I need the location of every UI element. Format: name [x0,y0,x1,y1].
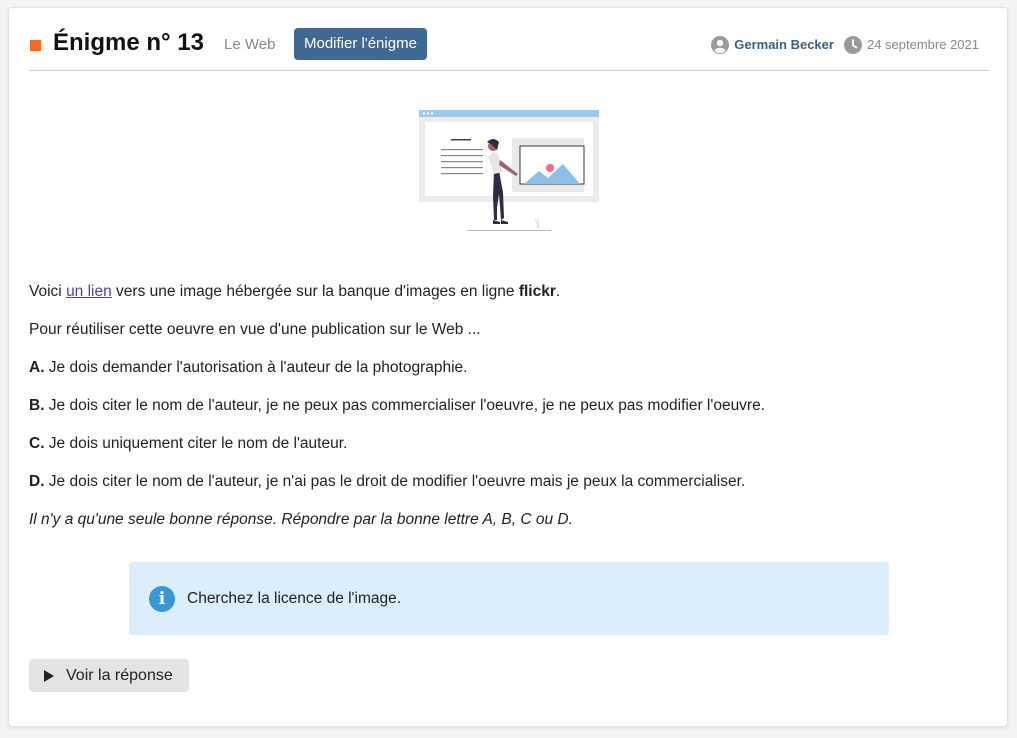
info-icon: i [149,585,175,612]
question-text: Pour réutiliser cette oeuvre en vue d'un… [29,321,481,338]
enigma-content: Voici un lien vers une image hébergée su… [29,282,989,548]
card-header: Énigme n° 13 Le Web Modifier l'énigme Ge… [29,28,989,71]
option-a: A. Je dois demander l'autorisation à l'a… [29,358,989,378]
category-label: Le Web [224,36,276,53]
flickr-label: flickr [518,283,556,300]
option-text: Je dois citer le nom de l'auteur, je n'a… [44,473,746,490]
option-text: Je dois demander l'autorisation à l'aute… [44,359,468,376]
show-answer-label: Voir la réponse [66,666,173,684]
intro-period: . [555,283,561,300]
hint-text: Cherchez la licence de l'image. [187,589,402,607]
option-b: B. Je dois citer le nom de l'auteur, je … [29,396,989,416]
hint-box: i Cherchez la licence de l'image. [129,562,889,635]
edit-enigma-button[interactable]: Modifier l'énigme [294,28,427,60]
author-name[interactable]: Germain Becker [734,37,834,53]
option-text: Je dois uniquement citer le nom de l'aut… [44,435,348,452]
post-date: 24 septembre 2021 [866,37,979,52]
option-letter: A. [29,359,45,376]
option-text: Je dois citer le nom de l'auteur, je ne … [44,397,766,414]
page-title: Énigme n° 13 [53,29,204,56]
image-link[interactable]: un lien [66,283,112,300]
title-marker [30,40,41,51]
date-info: 24 septembre 2021 [843,36,979,54]
intro-text: Voici [29,283,67,300]
clock-icon [843,36,862,54]
enigma-card: Énigme n° 13 Le Web Modifier l'énigme Ge… [8,7,1008,727]
option-c: C. Je dois uniquement citer le nom de l'… [29,434,989,454]
option-d: D. Je dois citer le nom de l'auteur, je … [29,472,989,492]
instruction-text: Il n'y a qu'une seule bonne réponse. Rép… [29,511,573,528]
option-letter: B. [29,397,45,414]
show-answer-button[interactable]: Voir la réponse [29,659,189,692]
option-letter: C. [29,435,45,452]
user-icon [711,36,730,54]
intro-paragraph: Voici un lien vers une image hébergée su… [29,282,989,302]
web-image-illustration [419,110,599,231]
post-meta: Germain Becker 24 septembre 2021 [711,35,979,55]
option-letter: D. [29,473,45,490]
play-icon [44,669,54,682]
intro-text-continued: vers une image hébergée sur la banque d'… [111,283,519,300]
author-info[interactable]: Germain Becker [711,36,834,54]
